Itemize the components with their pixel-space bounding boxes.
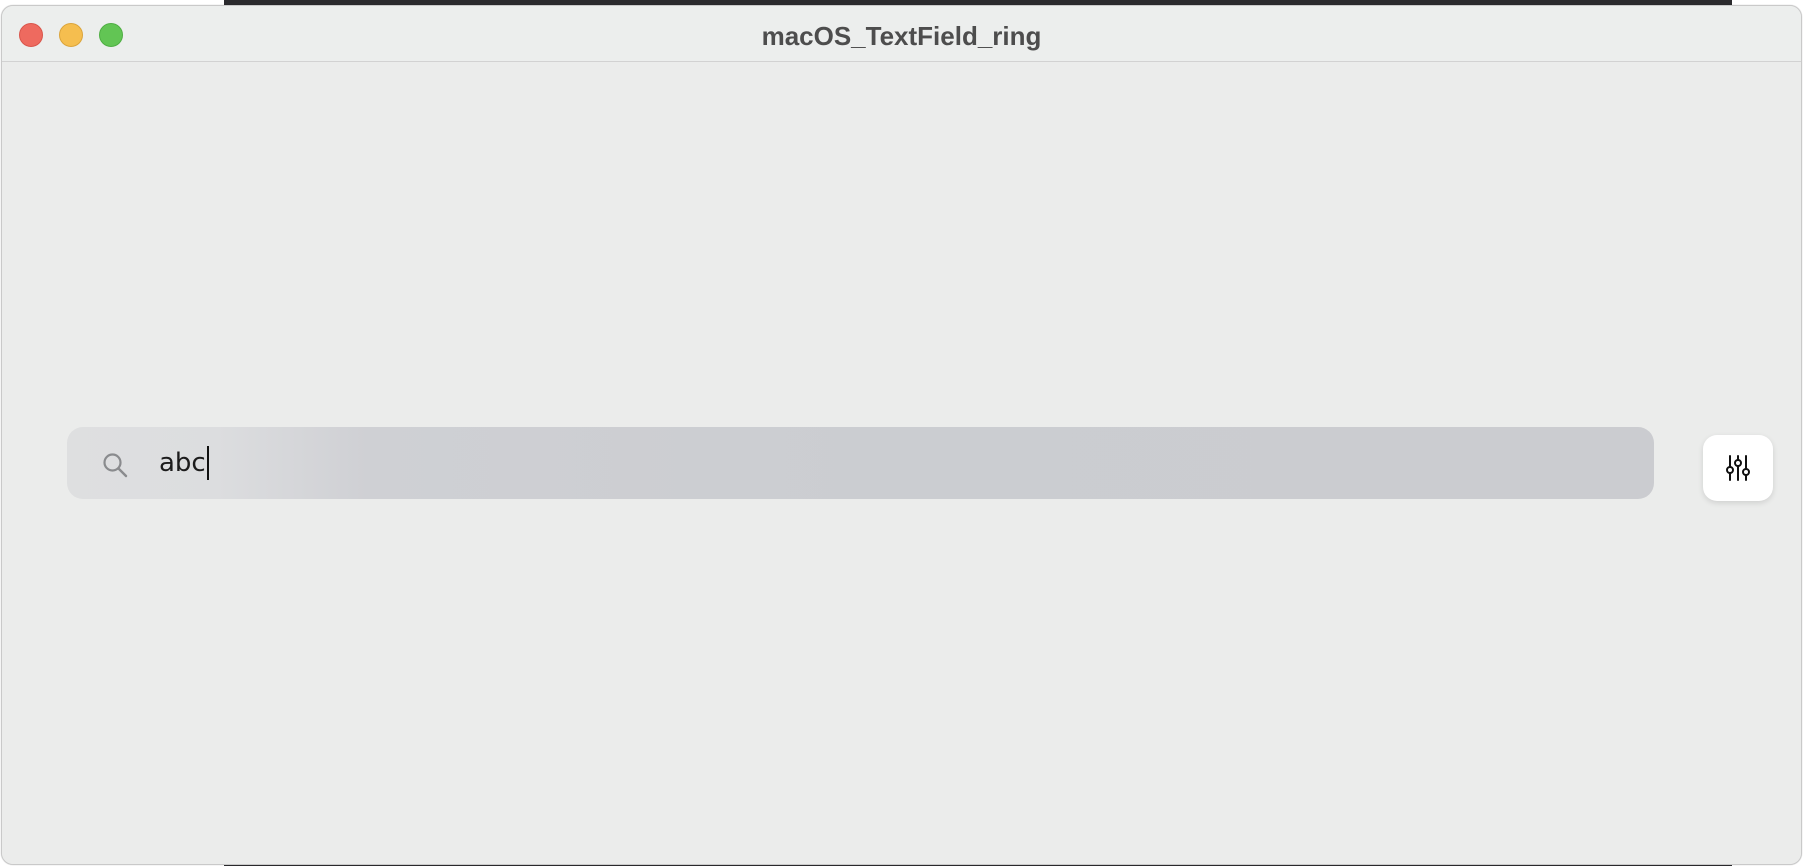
search-field[interactable]: abc: [67, 427, 1654, 499]
window-content: abc: [2, 62, 1801, 864]
title-bar[interactable]: macOS_TextField_ring: [2, 6, 1801, 62]
window-title: macOS_TextField_ring: [761, 21, 1042, 51]
desktop: macOS_TextField_ring abc: [0, 0, 1804, 866]
app-window: macOS_TextField_ring abc: [1, 5, 1802, 865]
search-icon: [103, 453, 128, 478]
filter-button[interactable]: [1703, 435, 1773, 501]
search-input[interactable]: abc: [159, 445, 209, 481]
search-input-value: abc: [159, 448, 206, 478]
text-caret: [206, 446, 209, 480]
sliders-icon: [1726, 455, 1750, 481]
